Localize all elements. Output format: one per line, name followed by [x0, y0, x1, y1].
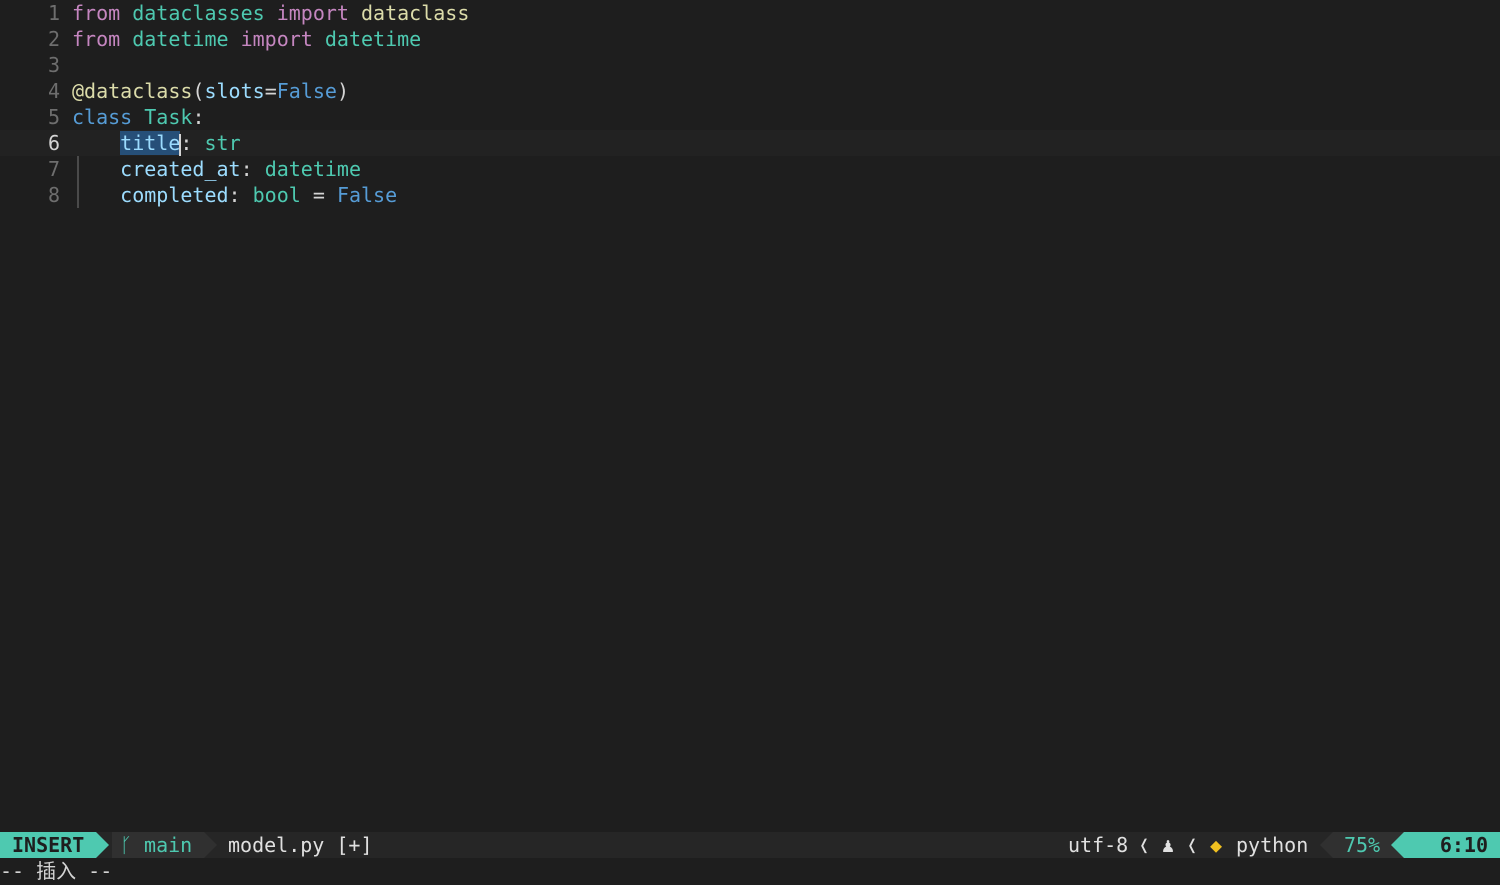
code-token: : [180, 131, 205, 155]
code-token: Task [144, 105, 193, 129]
code-token: bool [252, 183, 301, 207]
code-token: from [72, 1, 121, 25]
code-line[interactable]: 4 @dataclass(slots=False) [0, 78, 1500, 104]
code-line[interactable]: 1 from dataclasses import dataclass [0, 0, 1500, 26]
filename: model.py [+] [228, 833, 373, 857]
code-line[interactable]: 2 from datetime import datetime [0, 26, 1500, 52]
code-token: import [240, 27, 313, 51]
code-text[interactable]: @dataclass(slots=False) [72, 78, 349, 104]
code-token: datetime [132, 27, 229, 51]
code-token: completed [120, 183, 229, 207]
code-token: ) [336, 79, 349, 103]
code-token: False [276, 79, 337, 103]
code-token: import [276, 1, 349, 25]
line-number: 6 [47, 131, 60, 155]
git-branch: ᚴ main [112, 832, 204, 858]
branch-separator [204, 832, 217, 858]
code-line[interactable]: 5 class Task: [0, 104, 1500, 130]
cursor-position: 6:10 [1404, 832, 1500, 858]
code-line[interactable]: 8 completed: bool = False [0, 182, 1500, 208]
code-text[interactable]: from dataclasses import dataclass [72, 0, 469, 26]
code-token: slots [204, 79, 265, 103]
code-token: datetime [264, 157, 362, 181]
code-line[interactable]: 6 title: str [0, 130, 1500, 156]
code-line[interactable]: 3 [0, 52, 1500, 78]
code-text[interactable]: created_at: datetime [72, 156, 361, 182]
code-token: : [192, 105, 205, 129]
code-text[interactable]: from datetime import datetime [72, 26, 421, 52]
code-token: dataclasses [132, 1, 265, 25]
git-branch-label: main [144, 833, 193, 857]
file-encoding: utf-8 [1068, 833, 1129, 857]
python-icon: ◆ [1210, 833, 1223, 857]
position-separator [1391, 832, 1404, 858]
code-text[interactable]: class Task: [72, 104, 204, 130]
code-token: str [204, 131, 241, 155]
code-token: created_at [120, 157, 241, 181]
line-number: 8 [47, 183, 60, 207]
code-token: ( [192, 79, 205, 103]
code-token: title [120, 131, 181, 155]
code-line[interactable]: 7 created_at: datetime [0, 156, 1500, 182]
code-token: dataclass [361, 1, 470, 25]
code-token: from [72, 27, 121, 51]
code-token: @dataclass [72, 79, 193, 103]
code-token: class [72, 105, 133, 129]
filetype: python [1236, 833, 1309, 857]
code-text[interactable]: title: str [72, 130, 241, 156]
mode-separator [96, 832, 109, 858]
code-token: False [336, 183, 398, 207]
code-text[interactable]: completed: bool = False [72, 182, 397, 208]
line-number: 3 [47, 53, 60, 77]
line-number: 7 [47, 157, 60, 181]
line-number: 4 [47, 79, 60, 103]
code-token: datetime [324, 27, 422, 51]
line-number: 5 [47, 105, 60, 129]
code-token: : [228, 183, 253, 207]
code-token: : [240, 157, 265, 181]
mode-indicator: INSERT [0, 832, 96, 858]
line-number: 1 [47, 1, 60, 25]
command-line[interactable]: -- 插入 -- [0, 858, 1500, 885]
code-token: = [264, 79, 277, 103]
editor-pane[interactable]: 1 from dataclasses import dataclass 2 from … [0, 0, 1500, 832]
chevron-left-icon: ❬ [1138, 833, 1151, 857]
percent-separator [1320, 832, 1333, 858]
git-branch-icon: ᚴ [120, 833, 132, 857]
linux-icon: ♟ [1162, 833, 1175, 857]
statusline: INSERT ᚴ main model.py [+] utf-8 ❬ ♟ ❬ ◆… [0, 832, 1500, 858]
chevron-left-icon: ❬ [1186, 833, 1199, 857]
line-number: 2 [47, 27, 60, 51]
scroll-percent: 75% [1333, 832, 1391, 858]
code-token: = [300, 183, 337, 207]
